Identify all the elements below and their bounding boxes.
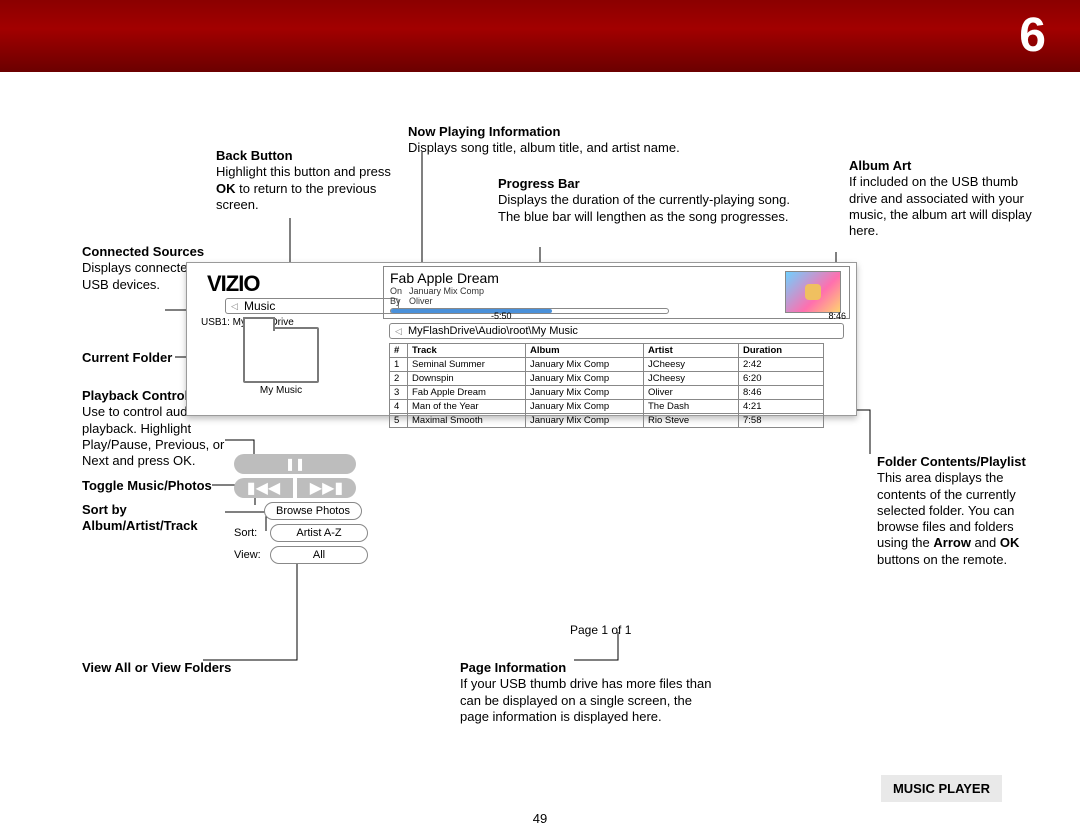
back-button[interactable]: Music (225, 298, 399, 314)
callout-toggle: Toggle Music/Photos (82, 478, 232, 494)
browse-photos-button[interactable]: Browse Photos (264, 502, 362, 520)
callout-album-art: Album Art If included on the USB thumb d… (849, 158, 1049, 239)
total-time: 8:46 (828, 311, 846, 321)
callout-progress: Progress Bar Displays the duration of th… (498, 176, 798, 225)
table-row[interactable]: 1Seminal SummerJanuary Mix CompJCheesy2:… (390, 358, 824, 372)
table-row[interactable]: 2DownspinJanuary Mix CompJCheesy6:20 (390, 372, 824, 386)
np-on-label: On (390, 286, 404, 296)
col-header: Track (408, 344, 526, 358)
current-folder-icon[interactable] (243, 327, 319, 383)
header-banner (0, 0, 1080, 72)
chapter-number: 6 (1019, 8, 1046, 63)
next-icon: ▶▶▮ (310, 478, 343, 498)
np-title: Fab Apple Dream (390, 270, 499, 286)
track-table[interactable]: #TrackAlbumArtistDuration 1Seminal Summe… (389, 343, 824, 428)
section-label: MUSIC PLAYER (881, 775, 1002, 802)
table-row[interactable]: 5Maximal SmoothJanuary Mix CompRio Steve… (390, 414, 824, 428)
col-header: Album (526, 344, 644, 358)
tv-panel: VIZIO Music USB1: MyFlashDrive My Music … (186, 262, 857, 416)
callout-back-button: Back Button Highlight this button and pr… (216, 148, 396, 213)
progress-bar[interactable] (390, 308, 669, 314)
control-cluster: ❚❚ ▮◀◀ ▶▶▮ Browse Photos Sort: Artist A-Z… (234, 450, 384, 568)
play-pause-button[interactable]: ❚❚ (234, 454, 356, 474)
np-by-label: By (390, 296, 404, 306)
callout-now-playing: Now Playing Information Displays song ti… (408, 124, 788, 157)
view-select[interactable]: All (270, 546, 368, 564)
prev-icon: ▮◀◀ (247, 478, 280, 498)
elapsed-time: -5:50 (491, 311, 512, 321)
current-folder-label: My Music (243, 385, 319, 396)
path-bar[interactable]: MyFlashDrive\Audio\root\My Music (389, 323, 844, 339)
now-playing-panel: Fab Apple Dream On January Mix Comp By O… (383, 266, 850, 319)
callout-sort: Sort by Album/Artist/Track (82, 502, 242, 535)
prev-button[interactable]: ▮◀◀ (234, 478, 293, 498)
page-indicator: Page 1 of 1 (570, 623, 631, 637)
page-number: 49 (0, 811, 1080, 826)
next-button[interactable]: ▶▶▮ (297, 478, 356, 498)
callout-view: View All or View Folders (82, 660, 232, 676)
sort-select[interactable]: Artist A-Z (270, 524, 368, 542)
sort-label: Sort: (234, 527, 264, 539)
col-header: # (390, 344, 408, 358)
album-art (785, 271, 841, 313)
callout-page-info: Page Information If your USB thumb drive… (460, 660, 720, 725)
pause-icon: ❚❚ (285, 457, 305, 471)
col-header: Duration (739, 344, 824, 358)
callout-folder-contents: Folder Contents/Playlist This area displ… (877, 454, 1037, 568)
np-artist: Oliver (409, 296, 433, 306)
vizio-logo: VIZIO (207, 271, 259, 297)
table-row[interactable]: 3Fab Apple DreamJanuary Mix CompOliver8:… (390, 386, 824, 400)
np-album: January Mix Comp (409, 286, 484, 296)
table-row[interactable]: 4Man of the YearJanuary Mix CompThe Dash… (390, 400, 824, 414)
view-label: View: (234, 549, 264, 561)
col-header: Artist (644, 344, 739, 358)
